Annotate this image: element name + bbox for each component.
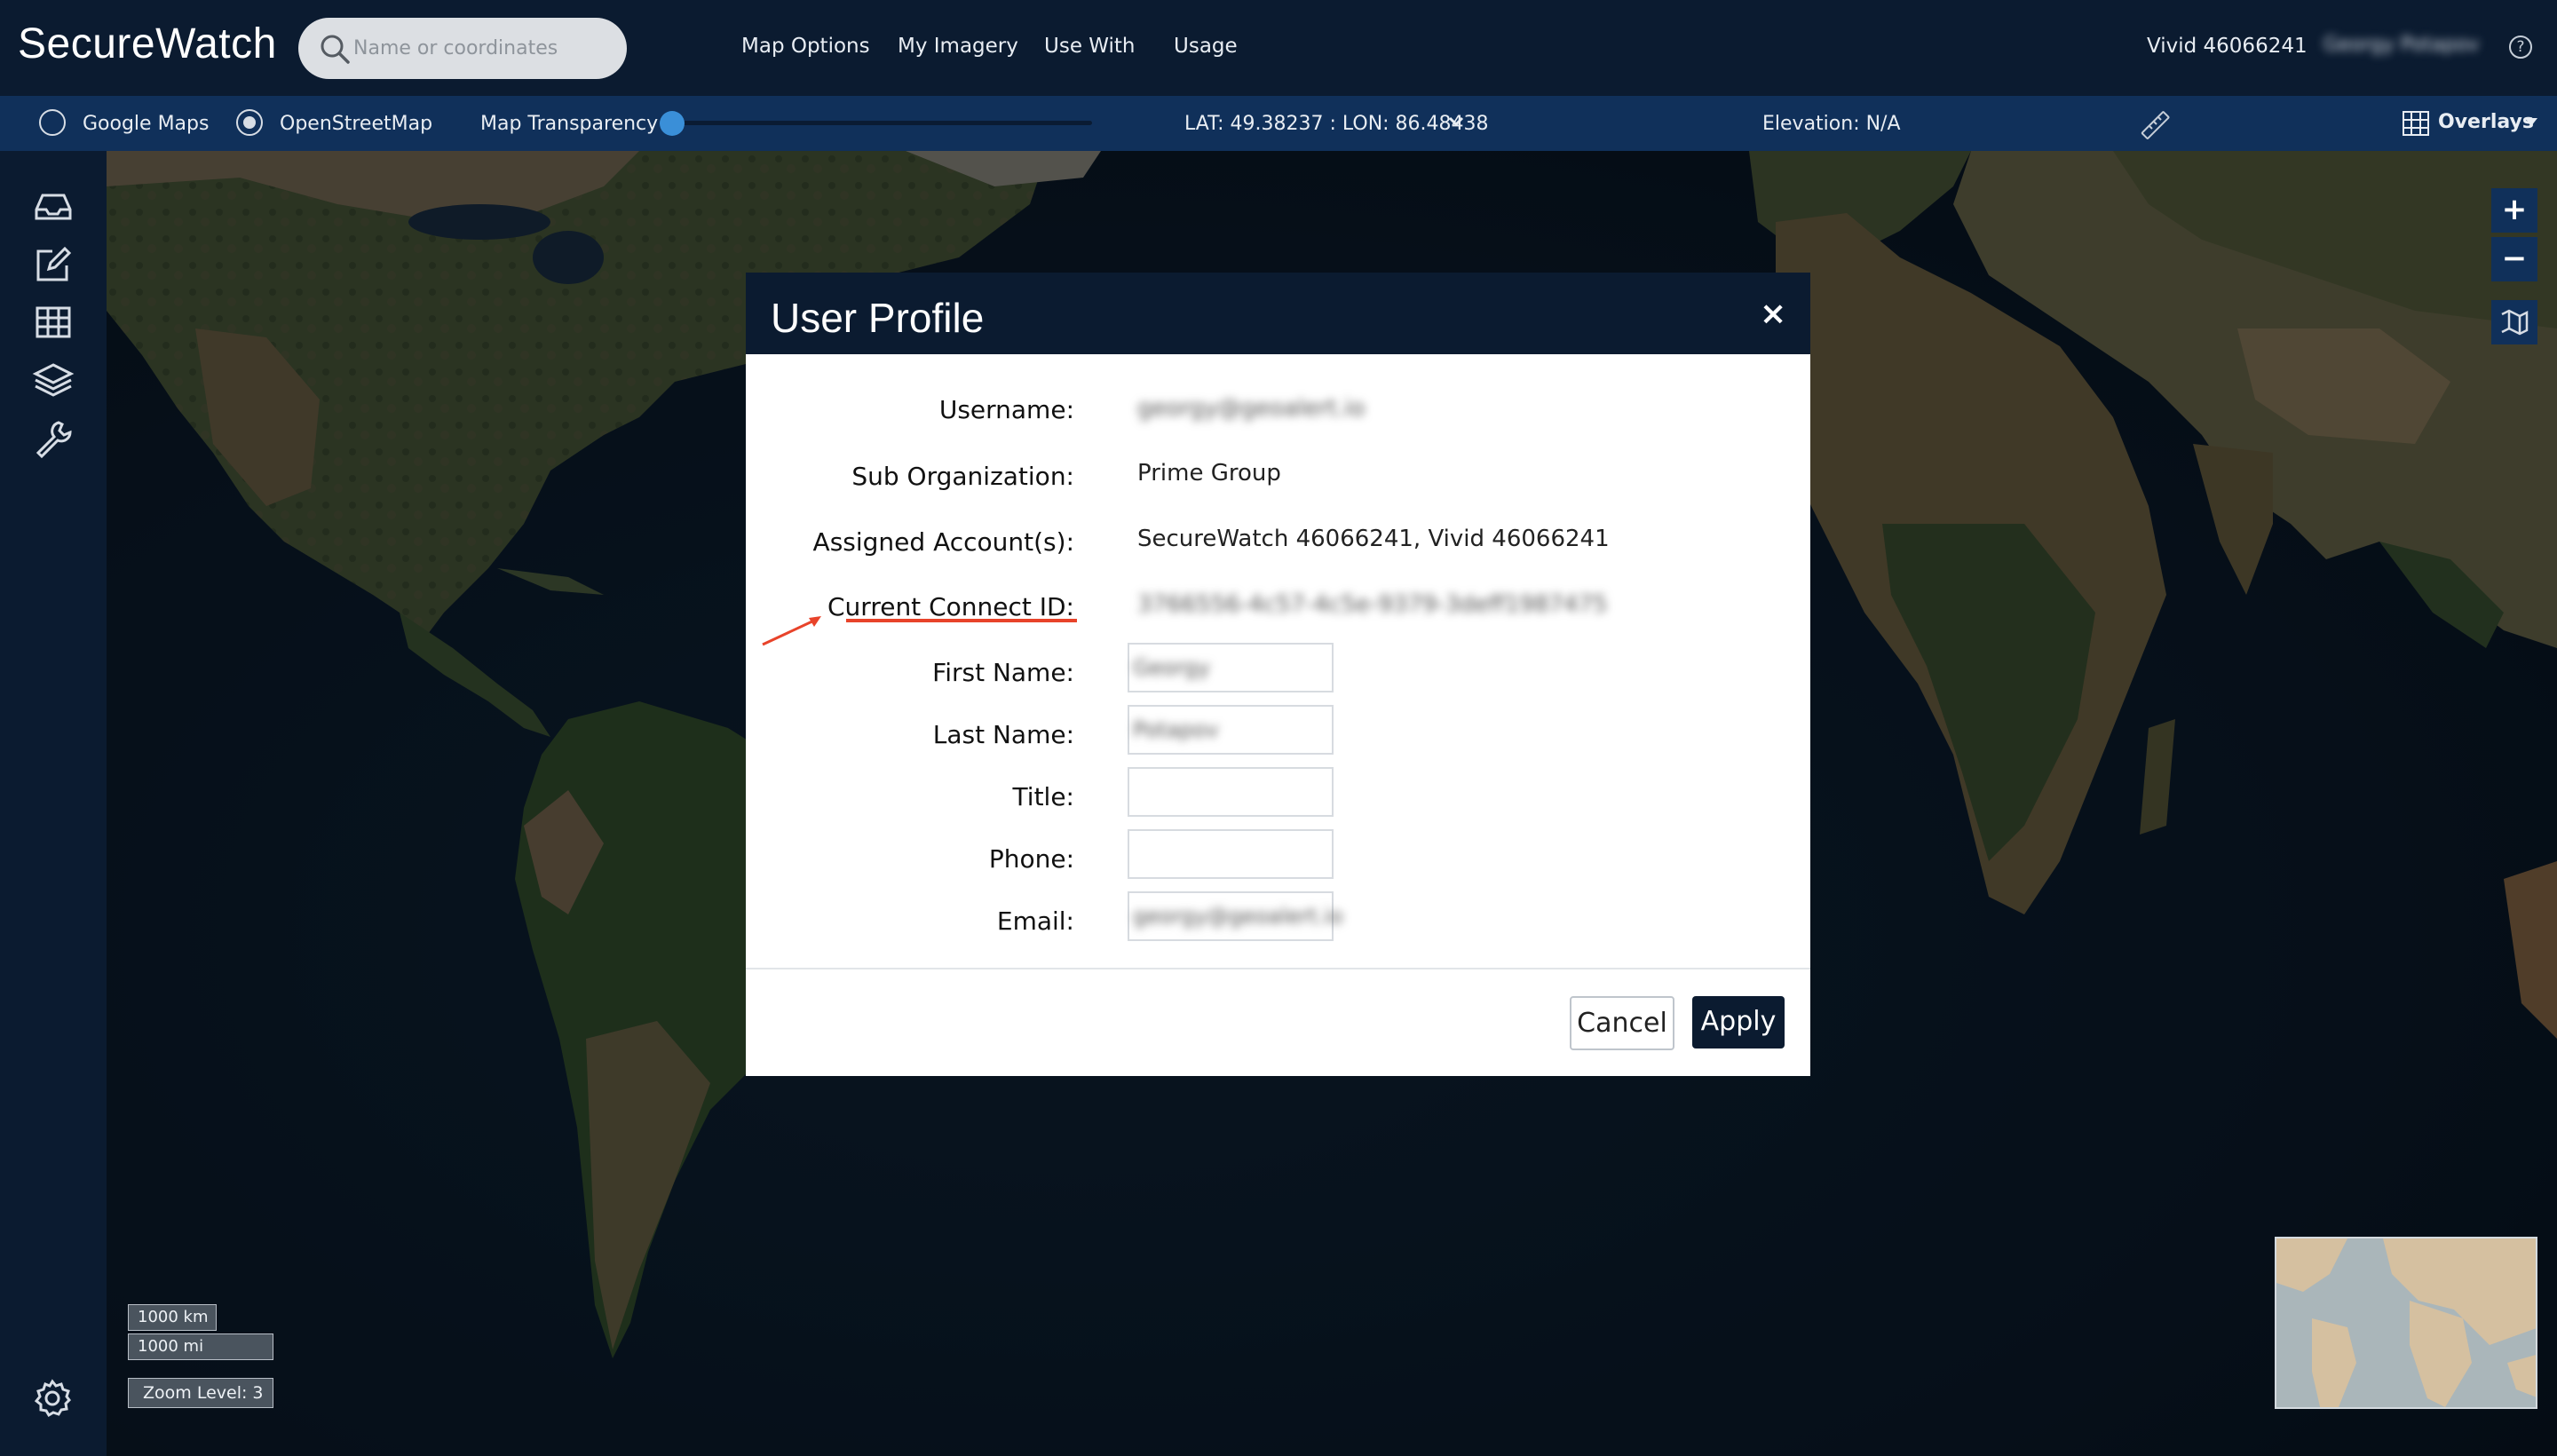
left-sidebar: [0, 151, 107, 1456]
search-placeholder: Name or coordinates: [353, 37, 558, 59]
last-name-value: Potapov: [1133, 717, 1219, 742]
layers-icon[interactable]: [31, 358, 75, 402]
zoom-in-button[interactable]: +: [2491, 188, 2537, 233]
overview-minimap[interactable]: [2275, 1237, 2537, 1409]
grid-icon[interactable]: [2402, 110, 2430, 137]
google-maps-label[interactable]: Google Maps: [83, 113, 209, 135]
map-icon[interactable]: [2491, 300, 2537, 344]
scale-bar-km: 1000 km: [128, 1304, 217, 1331]
ruler-icon[interactable]: [2140, 108, 2172, 140]
nav-my-imagery[interactable]: My Imagery: [898, 35, 1018, 58]
email-value: georgy@geoalert.io: [1133, 904, 1343, 929]
user-menu[interactable]: Georgy Potapov: [2323, 34, 2479, 56]
sub-organization-value: Prime Group: [1137, 460, 1281, 487]
search-icon: [321, 35, 350, 64]
nav-use-with[interactable]: Use With: [1044, 35, 1136, 58]
edit-icon[interactable]: [31, 242, 75, 287]
map-toolbar: Google Maps OpenStreetMap Map Transparen…: [0, 96, 2557, 151]
title-label: Title:: [1012, 782, 1074, 811]
nav-usage[interactable]: Usage: [1174, 35, 1238, 58]
email-label: Email:: [996, 906, 1074, 936]
openstreetmap-radio[interactable]: [236, 109, 263, 136]
coordinates-readout: LAT: 49.38237 : LON: 86.48438: [1184, 113, 1489, 135]
sub-organization-label: Sub Organization:: [851, 462, 1074, 491]
first-name-label: First Name:: [932, 658, 1074, 687]
dialog-title: User Profile: [771, 295, 985, 341]
annotation-arrow-icon: [762, 616, 821, 646]
openstreetmap-label[interactable]: OpenStreetMap: [280, 113, 432, 135]
gear-icon[interactable]: [32, 1378, 73, 1419]
nav-map-options[interactable]: Map Options: [741, 35, 870, 58]
inbox-icon[interactable]: [31, 185, 75, 229]
zoom-level-indicator: Zoom Level: 3: [128, 1378, 273, 1408]
email-field[interactable]: georgy@geoalert.io: [1128, 891, 1343, 941]
zoom-out-button[interactable]: −: [2491, 237, 2537, 281]
map-transparency-label: Map Transparency: [480, 113, 659, 135]
close-icon[interactable]: ×: [1760, 296, 1786, 332]
google-maps-radio[interactable]: [39, 109, 66, 136]
search-input[interactable]: Name or coordinates: [298, 18, 627, 79]
title-field[interactable]: [1128, 767, 1334, 817]
phone-label: Phone:: [988, 844, 1074, 874]
first-name-value: Georgy: [1133, 655, 1210, 680]
chevron-down-icon[interactable]: [1447, 113, 1465, 131]
transparency-slider-handle[interactable]: [660, 111, 685, 136]
current-connect-id-value: 3766556-4c57-4c5e-9379-3deff1987475: [1137, 591, 1608, 618]
last-name-field[interactable]: Potapov: [1128, 705, 1334, 755]
dialog-header: User Profile ×: [746, 273, 1810, 354]
help-icon[interactable]: ?: [2509, 36, 2532, 59]
caret-down-icon[interactable]: [2525, 118, 2537, 126]
dialog-divider: [746, 968, 1810, 969]
account-selector[interactable]: Vivid 46066241: [2147, 35, 2308, 58]
scale-bar-mi: 1000 mi: [128, 1333, 273, 1360]
wrench-icon[interactable]: [31, 415, 75, 460]
overlays-menu[interactable]: Overlays: [2438, 111, 2534, 133]
assigned-accounts-label: Assigned Account(s):: [812, 527, 1074, 557]
cancel-button[interactable]: Cancel: [1570, 996, 1674, 1050]
app-logo[interactable]: SecureWatch: [18, 20, 277, 68]
assigned-accounts-value: SecureWatch 46066241, Vivid 46066241: [1137, 526, 1610, 552]
phone-field[interactable]: [1128, 829, 1334, 879]
last-name-label: Last Name:: [932, 720, 1074, 749]
apply-button[interactable]: Apply: [1692, 996, 1785, 1048]
elevation-readout: Elevation: N/A: [1762, 113, 1901, 135]
table-icon[interactable]: [31, 300, 75, 344]
username-label: Username:: [938, 395, 1074, 424]
annotation-underline: [846, 619, 1077, 622]
transparency-slider-track[interactable]: [675, 121, 1092, 125]
top-bar: SecureWatch Name or coordinates Map Opti…: [0, 0, 2557, 96]
username-value: georgy@geoalert.io: [1137, 395, 1366, 422]
first-name-field[interactable]: Georgy: [1128, 643, 1334, 692]
